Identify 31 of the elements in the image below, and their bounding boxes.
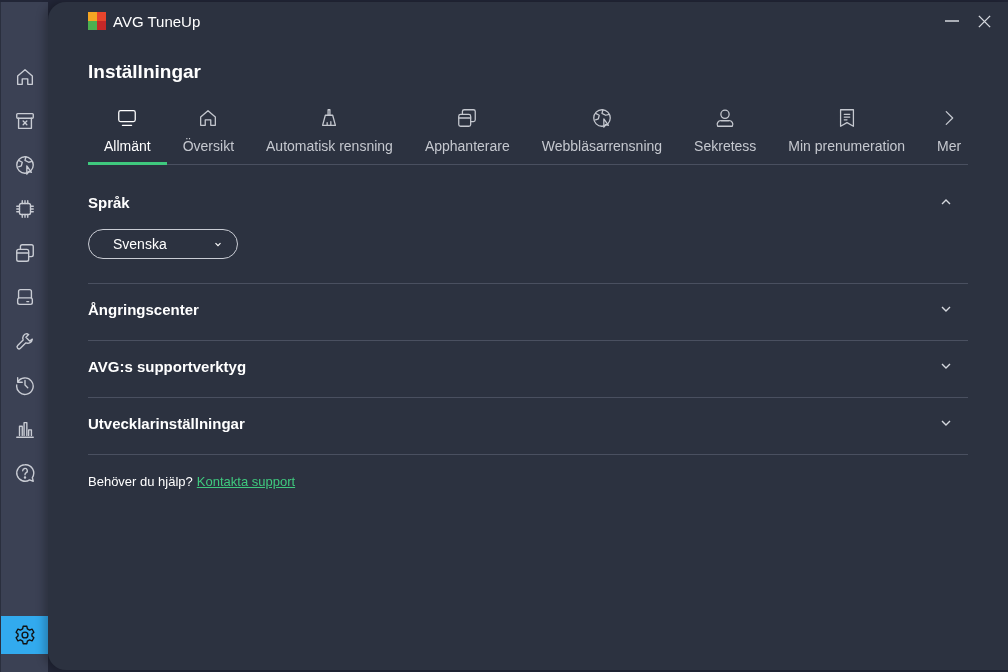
section-title: Utvecklarinställningar (88, 414, 245, 432)
history-icon (13, 374, 36, 396)
box-x-icon (13, 110, 36, 132)
tab[interactable]: Webbläsarrensning (525, 107, 679, 165)
wrench-icon (13, 330, 36, 352)
settings-icon (13, 624, 36, 646)
logo-icon (88, 12, 106, 30)
windows-stack-icon (456, 107, 479, 129)
tab[interactable]: Sekretess (678, 107, 773, 165)
tab[interactable]: Apphanterare (408, 107, 526, 165)
page-title: Inställningar (88, 60, 202, 84)
tab[interactable]: Min prenumeration (772, 107, 922, 165)
windows-stack-icon (13, 242, 36, 264)
section-title: Språk (88, 193, 130, 211)
window-title: AVG TuneUp (113, 12, 201, 30)
close-icon (976, 13, 992, 29)
section-title: AVG:s supportverktyg (88, 357, 247, 375)
help-bubble-icon (13, 462, 36, 484)
globe-cursor-icon (13, 154, 36, 176)
tab[interactable]: Mer (921, 107, 966, 165)
minimize-icon (945, 20, 959, 22)
monitor-icon (116, 107, 139, 129)
globe-cursor-icon (590, 107, 613, 129)
section-title: Ångringscenter (88, 300, 199, 318)
support-link[interactable]: Kontakta support (196, 474, 296, 489)
chip-icon (13, 198, 36, 220)
help-text: Behöver du hjälp? (88, 474, 193, 489)
tab[interactable]: Översikt (166, 107, 251, 165)
sidebar-item[interactable] (1, 616, 48, 654)
tab[interactable]: Allmänt (88, 107, 167, 165)
tab[interactable]: Automatisk rensning (250, 107, 409, 165)
